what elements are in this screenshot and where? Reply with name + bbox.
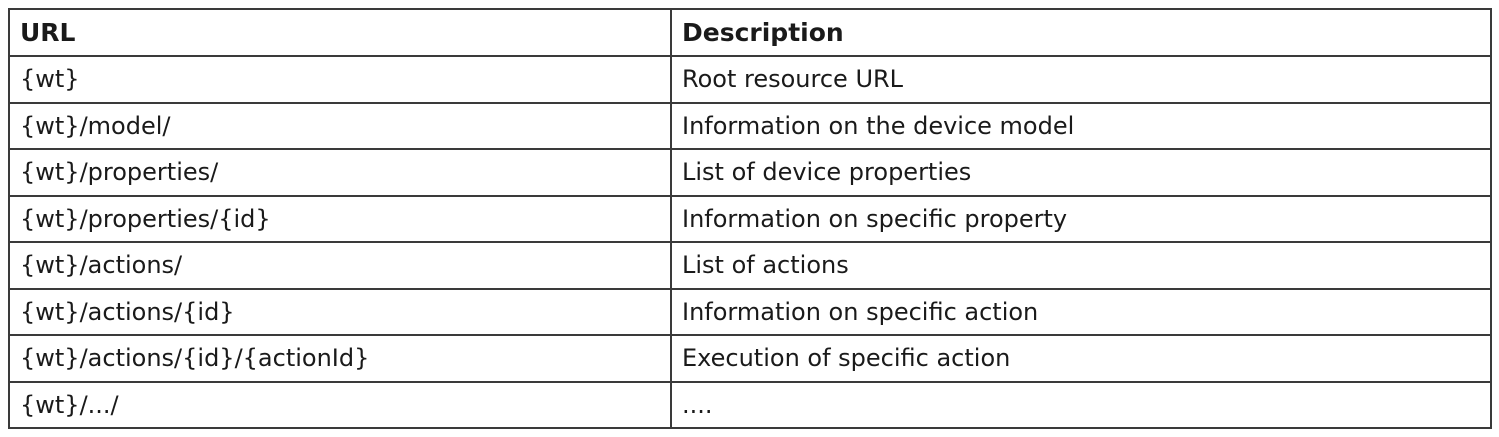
url-cell: {wt}/properties/ <box>8 148 672 197</box>
table-row: {wt}/actions/{id} Information on specifi… <box>8 287 1492 336</box>
table-row: {wt}/properties/ List of device properti… <box>8 148 1492 197</box>
url-cell: {wt}/actions/ <box>8 241 672 290</box>
table-row: {wt}/actions/{id}/{actionId} Execution o… <box>8 334 1492 383</box>
url-cell: {wt}/actions/{id}/{actionId} <box>8 334 672 383</box>
description-cell: List of device properties <box>670 148 1492 197</box>
table-row: {wt} Root resource URL <box>8 55 1492 104</box>
url-cell: {wt}/actions/{id} <box>8 287 672 336</box>
description-cell: Execution of specific action <box>670 334 1492 383</box>
url-cell: {wt} <box>8 55 672 104</box>
description-cell: Information on specific property <box>670 194 1492 243</box>
column-header-description: Description <box>670 8 1492 57</box>
url-cell: {wt}/.../ <box>8 380 672 429</box>
table-row: {wt}/properties/{id} Information on spec… <box>8 194 1492 243</box>
url-description-table: URL Description {wt} Root resource URL {… <box>8 8 1492 429</box>
table-row: {wt}/.../ .... <box>8 380 1492 429</box>
table-row: {wt}/model/ Information on the device mo… <box>8 101 1492 150</box>
description-cell: List of actions <box>670 241 1492 290</box>
column-header-url: URL <box>8 8 672 57</box>
url-cell: {wt}/properties/{id} <box>8 194 672 243</box>
url-cell: {wt}/model/ <box>8 101 672 150</box>
table-header-row: URL Description <box>8 8 1492 57</box>
description-cell: .... <box>670 380 1492 429</box>
table-row: {wt}/actions/ List of actions <box>8 241 1492 290</box>
description-cell: Information on the device model <box>670 101 1492 150</box>
description-cell: Root resource URL <box>670 55 1492 104</box>
description-cell: Information on specific action <box>670 287 1492 336</box>
